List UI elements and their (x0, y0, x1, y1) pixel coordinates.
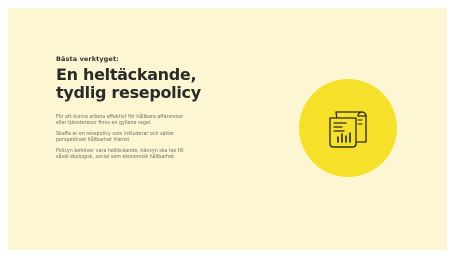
paragraph-travel-policy: Skaffa er en resepolicy som inkluderar o… (56, 132, 276, 145)
eyebrow-label: Bästa verktyget: (56, 55, 119, 63)
policy-document-scroll-icon (329, 111, 367, 148)
paragraph-golden-rule: För att kunna arbeta effektivt för hållb… (56, 115, 276, 128)
slide-card: Bästa verktyget: En heltäckande, tydlig … (8, 8, 447, 250)
slide-frame: Bästa verktyget: En heltäckande, tydlig … (0, 0, 455, 258)
paragraph-line: eller tjänsteresor finns en gyllene rege… (56, 121, 152, 127)
headline-line-2: tydlig resepolicy (56, 83, 201, 102)
headline: En heltäckande, tydlig resepolicy (56, 66, 281, 102)
paragraph-sustainability: Policyn behöver vara heltäckande, hänsyn… (56, 149, 276, 162)
illustration-circle (299, 79, 397, 177)
paragraph-line: perspektivet hållbarhet främst. (56, 138, 131, 144)
paragraph-line: såväl ekologisk, social som ekonomisk hå… (56, 155, 176, 161)
text-column: Bästa verktyget: En heltäckande, tydlig … (56, 55, 281, 166)
headline-line-1: En heltäckande, (56, 65, 197, 84)
